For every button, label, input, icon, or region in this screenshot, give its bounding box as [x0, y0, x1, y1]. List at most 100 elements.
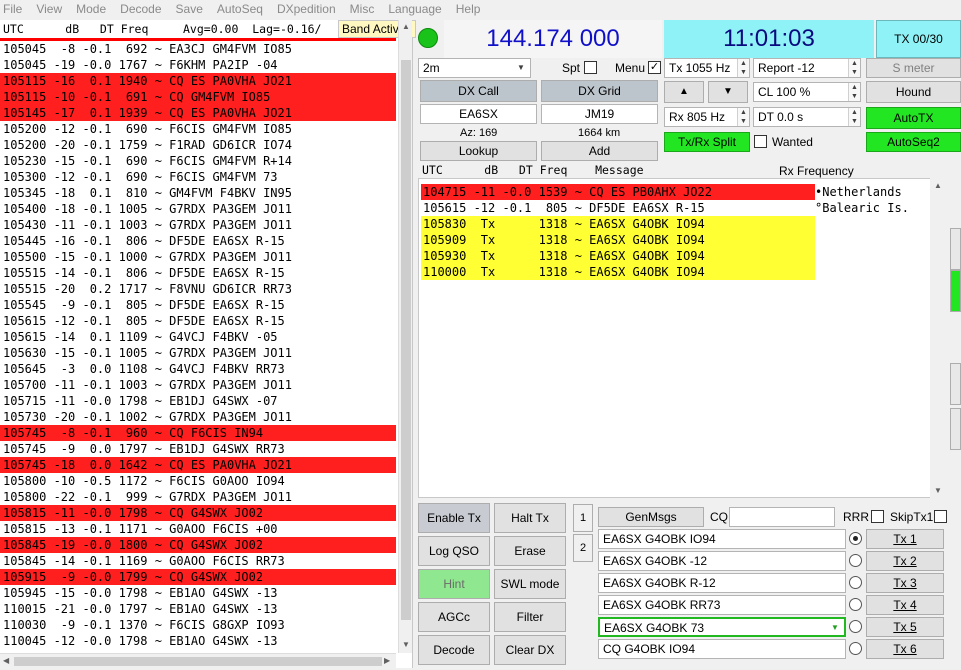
band-activity-row[interactable]: 105800 -22 -0.1 999 ~ G7RDX PA3GEM JO11: [0, 489, 396, 505]
tx-frequency-spinbox[interactable]: Tx 1055 Hz ▲ ▼: [664, 58, 750, 78]
clear-dx-button[interactable]: Clear DX: [494, 635, 566, 665]
autotx-button[interactable]: AutoTX: [866, 107, 961, 129]
tx5-radio[interactable]: [849, 620, 862, 633]
band-activity-vscroll-thumb[interactable]: [401, 60, 411, 620]
band-activity-row[interactable]: 105945 -15 -0.0 1798 ~ EB1AO G4SWX -13: [0, 585, 396, 601]
menu-file[interactable]: File: [3, 2, 22, 16]
side-button-1[interactable]: [950, 228, 961, 270]
down-arrow-icon[interactable]: ▼: [708, 81, 748, 103]
side-button-2[interactable]: [950, 270, 961, 312]
agcc-button[interactable]: AGCc: [418, 602, 490, 632]
band-activity-row[interactable]: 105430 -11 -0.1 1003 ~ G7RDX PA3GEM JO11: [0, 217, 396, 233]
scroll-right-icon[interactable]: ▶: [384, 656, 390, 665]
tx-rx-split-button[interactable]: Tx/Rx Split: [664, 132, 750, 152]
band-activity-row[interactable]: 105730 -20 -0.1 1002 ~ G7RDX PA3GEM JO11: [0, 409, 396, 425]
log-qso-button[interactable]: Log QSO: [418, 536, 490, 566]
menu-mode[interactable]: Mode: [76, 2, 106, 16]
band-activity-row[interactable]: 105745 -8 -0.1 960 ~ CQ F6CIS IN94: [0, 425, 396, 441]
band-activity-row[interactable]: 110030 -9 -0.1 1370 ~ F6CIS G8GXP IO93: [0, 617, 396, 633]
rx-frequency-row[interactable]: 105830 Tx 1318 ~ EA6SX G4OBK IO94: [421, 216, 815, 232]
spin-arrows-icon[interactable]: ▲ ▼: [848, 59, 860, 77]
rx-frequency-row[interactable]: 105615 -12 -0.1 805 ~ DF5DE EA6SX R-15: [421, 200, 815, 216]
tx2-message-field[interactable]: EA6SX G4OBK -12: [598, 551, 846, 571]
dt-spinbox[interactable]: DT 0.0 s ▲ ▼: [753, 107, 861, 127]
side-button-3[interactable]: [950, 363, 961, 405]
tx2-radio[interactable]: [849, 554, 862, 567]
band-activity-row[interactable]: 105345 -18 0.1 810 ~ GM4FVM F4BKV IN95: [0, 185, 396, 201]
filter-button[interactable]: Filter: [494, 602, 566, 632]
decode-button[interactable]: Decode: [418, 635, 490, 665]
menu-misc[interactable]: Misc: [350, 2, 375, 16]
tab-2[interactable]: 2: [573, 534, 593, 562]
band-activity-row[interactable]: 105800 -10 -0.5 1172 ~ F6CIS G0AOO IO94: [0, 473, 396, 489]
band-activity-row[interactable]: 105645 -3 0.0 1108 ~ G4VCJ F4BKV RR73: [0, 361, 396, 377]
band-activity-row[interactable]: 105745 -18 0.0 1642 ~ CQ ES PA0VHA JO21: [0, 457, 396, 473]
report-spinbox[interactable]: Report -12 ▲ ▼: [753, 58, 861, 78]
hint-button[interactable]: Hint: [418, 569, 490, 599]
band-activity-row[interactable]: 105630 -15 -0.1 1005 ~ G7RDX PA3GEM JO11: [0, 345, 396, 361]
band-activity-row[interactable]: 105515 -14 -0.1 806 ~ DF5DE EA6SX R-15: [0, 265, 396, 281]
cl-spinbox[interactable]: CL 100 % ▲ ▼: [753, 82, 861, 102]
band-activity-row[interactable]: 105700 -11 -0.1 1003 ~ G7RDX PA3GEM JO11: [0, 377, 396, 393]
scroll-down-icon[interactable]: ▼: [402, 640, 410, 649]
scroll-left-icon[interactable]: ◀: [3, 656, 9, 665]
chevron-down-icon[interactable]: ▼: [826, 619, 844, 635]
band-activity-hscroll-thumb[interactable]: [14, 657, 382, 666]
lookup-button[interactable]: Lookup: [420, 141, 537, 161]
side-button-4[interactable]: [950, 408, 961, 450]
menu-dxpedition[interactable]: DXpedition: [277, 2, 336, 16]
add-button[interactable]: Add: [541, 141, 658, 161]
scroll-up-icon[interactable]: ▲: [402, 22, 410, 31]
s-meter-button[interactable]: S meter: [866, 58, 961, 78]
dx-call-field[interactable]: EA6SX: [420, 104, 537, 124]
band-activity-row[interactable]: 105400 -18 -0.1 1005 ~ G7RDX PA3GEM JO11: [0, 201, 396, 217]
menu-autoseq[interactable]: AutoSeq: [217, 2, 263, 16]
tx3-message-field[interactable]: EA6SX G4OBK R-12: [598, 573, 846, 593]
rx-frequency-row[interactable]: 110000 Tx 1318 ~ EA6SX G4OBK IO94: [421, 264, 815, 280]
band-activity-row[interactable]: 105845 -19 -0.0 1800 ~ CQ G4SWX JO02: [0, 537, 396, 553]
band-activity-row[interactable]: 105145 -17 0.1 1939 ~ CQ ES PA0VHA JO21: [0, 105, 396, 121]
band-activity-row[interactable]: 105115 -10 -0.1 691 ~ CQ GM4FVM IO85: [0, 89, 396, 105]
rrr-checkbox[interactable]: [871, 510, 884, 523]
band-activity-row[interactable]: 105200 -20 -0.1 1759 ~ F1RAD GD6ICR IO74: [0, 137, 396, 153]
band-activity-row[interactable]: 105200 -12 -0.1 690 ~ F6CIS GM4FVM IO85: [0, 121, 396, 137]
swl-mode-button[interactable]: SWL mode: [494, 569, 566, 599]
dx-grid-button[interactable]: DX Grid: [541, 80, 658, 102]
band-activity-row[interactable]: 105515 -20 0.2 1717 ~ F8VNU GD6ICR RR73: [0, 281, 396, 297]
tx4-message-field[interactable]: EA6SX G4OBK RR73: [598, 595, 846, 615]
band-activity-row[interactable]: 105445 -16 -0.1 806 ~ DF5DE EA6SX R-15: [0, 233, 396, 249]
menu-help[interactable]: Help: [456, 2, 481, 16]
skiptx1-checkbox[interactable]: [934, 510, 947, 523]
tx6-radio[interactable]: [849, 642, 862, 655]
band-activity-row[interactable]: 105230 -15 -0.1 690 ~ F6CIS GM4FVM R+14: [0, 153, 396, 169]
spin-arrows-icon[interactable]: ▲ ▼: [848, 83, 860, 101]
menu-checkbox[interactable]: ✓: [648, 61, 661, 74]
menu-view[interactable]: View: [36, 2, 62, 16]
spin-arrows-icon[interactable]: ▲ ▼: [737, 108, 749, 126]
spt-checkbox[interactable]: [584, 61, 597, 74]
band-activity-row[interactable]: 105545 -9 -0.1 805 ~ DF5DE EA6SX R-15: [0, 297, 396, 313]
dx-call-button[interactable]: DX Call: [420, 80, 537, 102]
tx6-message-field[interactable]: CQ G4OBK IO94: [598, 639, 846, 659]
spin-arrows-icon[interactable]: ▲ ▼: [848, 108, 860, 126]
rx-frequency-row[interactable]: 104715 -11 -0.0 1539 ~ CQ ES PB0AHX JO22: [421, 184, 815, 200]
tx-counter[interactable]: TX 00/30: [876, 20, 961, 58]
enable-tx-button[interactable]: Enable Tx: [418, 503, 490, 533]
band-activity-row[interactable]: 105845 -14 -0.1 1169 ~ G0AOO F6CIS RR73: [0, 553, 396, 569]
scroll-down-icon[interactable]: ▼: [934, 486, 942, 495]
band-activity-row[interactable]: 105715 -11 -0.0 1798 ~ EB1DJ G4SWX -07: [0, 393, 396, 409]
tx2-button[interactable]: Tx 2: [866, 551, 944, 571]
band-activity-hscrollbar[interactable]: ◀ ▶: [0, 653, 396, 668]
cq-field[interactable]: [729, 507, 835, 527]
band-activity-row[interactable]: 105500 -15 -0.1 1000 ~ G7RDX PA3GEM JO11: [0, 249, 396, 265]
genmsgs-button[interactable]: GenMsgs: [598, 507, 704, 527]
tx6-button[interactable]: Tx 6: [866, 639, 944, 659]
menu-language[interactable]: Language: [388, 2, 441, 16]
band-activity-row[interactable]: 105615 -12 -0.1 805 ~ DF5DE EA6SX R-15: [0, 313, 396, 329]
band-select[interactable]: 2m ▼: [418, 58, 531, 78]
rx-frequency-list[interactable]: 104715 -11 -0.0 1539 ~ CQ ES PB0AHX JO22…: [421, 184, 815, 280]
band-activity-row[interactable]: 105745 -9 0.0 1797 ~ EB1DJ G4SWX RR73: [0, 441, 396, 457]
band-activity-row[interactable]: 105115 -16 0.1 1940 ~ CQ ES PA0VHA JO21: [0, 73, 396, 89]
tx3-radio[interactable]: [849, 576, 862, 589]
menu-decode[interactable]: Decode: [120, 2, 161, 16]
